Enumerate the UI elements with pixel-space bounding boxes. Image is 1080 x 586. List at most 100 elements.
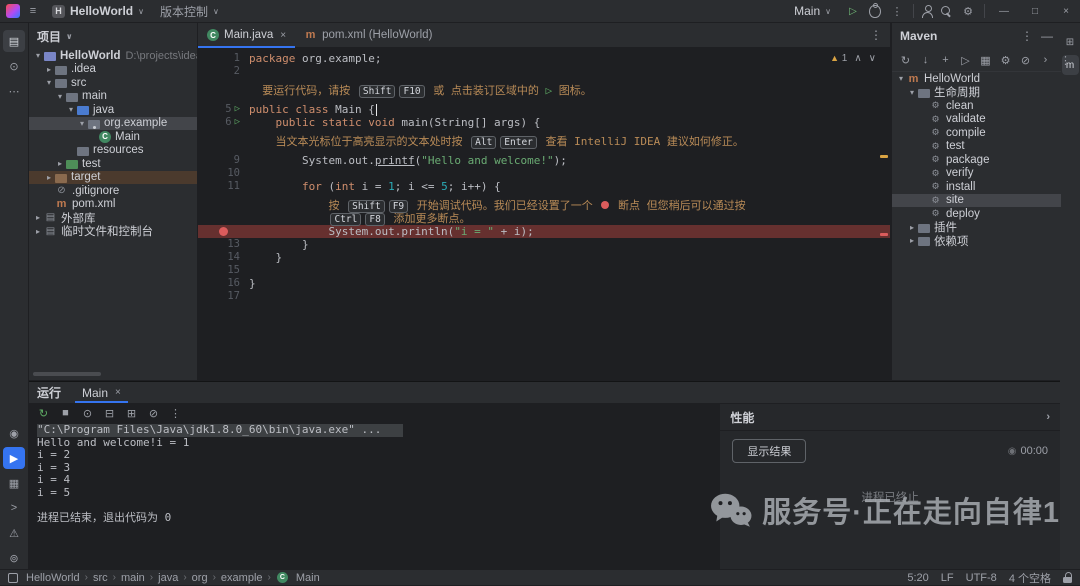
breakpoint-icon[interactable] <box>219 227 228 236</box>
settings-gear-icon[interactable]: ⚙ <box>959 2 977 20</box>
console-output[interactable]: "C:\Program Files\Java\jdk1.8.0_60\bin\j… <box>29 422 719 569</box>
project-tree-item[interactable]: ▾java <box>29 103 197 117</box>
tab-main-java[interactable]: C Main.java × <box>198 23 295 47</box>
gutter[interactable]: 10 <box>198 167 249 180</box>
more-icon[interactable]: ⋮ <box>1021 29 1033 43</box>
notifications-tool-button[interactable]: ⊞ <box>1062 32 1079 52</box>
chevron-icon[interactable]: ▸ <box>33 213 43 222</box>
profiler-header[interactable]: 性能 › <box>720 404 1060 431</box>
minimize-button[interactable]: — <box>992 0 1016 22</box>
pin-button[interactable]: ⊙ <box>81 407 94 420</box>
rerun-button[interactable]: ↻ <box>37 407 50 420</box>
maven-tree-item[interactable]: ⚙test <box>892 140 1061 154</box>
tool-window-icon[interactable] <box>8 573 18 583</box>
error-stripe-mark[interactable] <box>880 233 888 236</box>
chevron-icon[interactable]: ▸ <box>907 236 917 245</box>
horizontal-scrollbar[interactable] <box>33 372 101 376</box>
chevron-icon[interactable]: ▾ <box>77 119 87 128</box>
close-button[interactable]: × <box>1054 0 1078 22</box>
gutter[interactable]: 2 <box>198 65 249 78</box>
close-icon[interactable]: × <box>280 30 286 41</box>
run-line-icon[interactable]: ▷ <box>235 116 240 129</box>
chevron-icon[interactable]: ▾ <box>896 74 906 83</box>
lock-icon[interactable] <box>1063 572 1072 583</box>
run-tab-main[interactable]: Main × <box>75 382 128 403</box>
chevron-icon[interactable]: ▸ <box>44 65 54 74</box>
project-tree-item[interactable]: ▸test <box>29 157 197 171</box>
download-sources-button[interactable]: ↓ <box>919 54 932 66</box>
run-config-selector[interactable]: Main ∨ <box>788 2 837 20</box>
breadcrumb-item[interactable]: HelloWorld <box>26 572 80 584</box>
prev-problem-icon[interactable]: ∧ <box>854 53 861 64</box>
chevron-icon[interactable]: ▸ <box>44 173 54 182</box>
project-tree-item[interactable]: resources <box>29 144 197 158</box>
breadcrumb-item[interactable]: java <box>158 572 178 584</box>
close-icon[interactable]: × <box>115 387 121 398</box>
chevron-icon[interactable]: ▾ <box>33 51 43 60</box>
gutter[interactable]: 1 <box>198 52 249 65</box>
debug-tool-button[interactable]: ◉ <box>3 422 25 444</box>
chevron-icon[interactable]: ▸ <box>907 223 917 232</box>
maven-tree-item[interactable]: ⚙site <box>892 194 1061 208</box>
project-tree-item[interactable]: CMain <box>29 130 197 144</box>
file-encoding[interactable]: UTF-8 <box>966 572 997 584</box>
maven-tree-item[interactable]: ⚙deploy <box>892 207 1061 221</box>
settings-button[interactable]: ⚙ <box>999 54 1012 67</box>
maven-tree-item[interactable]: ⚙clean <box>892 99 1061 113</box>
main-menu-icon[interactable]: ≡ <box>24 2 42 20</box>
show-results-button[interactable]: 显示结果 <box>732 439 806 463</box>
tab-pom-xml[interactable]: m pom.xml (HelloWorld) <box>295 23 441 47</box>
search-icon[interactable] <box>940 5 952 17</box>
code-with-me-icon[interactable] <box>921 5 933 17</box>
gutter[interactable]: 5▷ <box>198 103 249 116</box>
project-tree-item[interactable]: ▸▤外部库 <box>29 211 197 225</box>
breadcrumb-item[interactable]: org <box>192 572 208 584</box>
run-line-icon[interactable]: ▷ <box>235 103 240 116</box>
run-button[interactable]: ▷ <box>844 2 862 20</box>
code-area[interactable]: 1package org.example;2 要运行代码，请按 ShiftF10… <box>198 48 890 303</box>
gutter[interactable]: 14 <box>198 251 249 264</box>
clear-button[interactable]: ⊘ <box>147 407 160 420</box>
maven-tree-item[interactable]: ▸插件 <box>892 221 1061 235</box>
chevron-icon[interactable]: ▾ <box>907 88 917 97</box>
maven-panel-header[interactable]: Maven ⋮ — <box>892 23 1061 49</box>
stop-button[interactable]: ■ <box>59 407 72 419</box>
inspection-widget[interactable]: ▲ 1 ∧ ∨ <box>830 53 876 64</box>
breadcrumb-item[interactable]: src <box>93 572 108 584</box>
gutter[interactable]: 6▷ <box>198 116 249 129</box>
maven-tree-item[interactable]: ⚙compile <box>892 126 1061 140</box>
notifications-tool-button[interactable]: ⊚ <box>3 547 25 569</box>
maximize-button[interactable]: □ <box>1023 0 1047 22</box>
project-tree-item[interactable]: ▸▤临时文件和控制台 <box>29 225 197 239</box>
next-problem-icon[interactable]: ∨ <box>869 53 876 64</box>
dependencies-button[interactable]: ▦ <box>979 54 992 67</box>
run-goal-button[interactable]: ▷ <box>959 54 972 67</box>
maven-tree-item[interactable]: ⚙package <box>892 153 1061 167</box>
soft-wrap-button[interactable]: ⊟ <box>103 407 116 420</box>
collapse-button[interactable]: › <box>1039 54 1052 66</box>
project-tree-item[interactable]: ▾HelloWorldD:\projects\idea-workspace-xa <box>29 49 197 63</box>
chevron-icon[interactable]: ▾ <box>55 92 65 101</box>
warning-stripe-mark[interactable] <box>880 155 888 158</box>
scroll-to-end-button[interactable]: ⊞ <box>125 407 138 420</box>
chevron-icon[interactable]: ▸ <box>33 227 43 236</box>
project-tool-button[interactable]: ▤ <box>3 30 25 52</box>
tab-options-icon[interactable]: ⋮ <box>862 28 890 42</box>
more-actions-icon[interactable]: ⋮ <box>888 2 906 20</box>
problems-tool-button[interactable]: ⚠ <box>3 522 25 544</box>
project-tree-item[interactable]: ▾src <box>29 76 197 90</box>
terminal-tool-button[interactable]: > <box>3 497 25 519</box>
project-tree-item[interactable]: mpom.xml <box>29 198 197 212</box>
maven-tree-item[interactable]: ⚙validate <box>892 113 1061 127</box>
maven-tree-item[interactable]: ▸依赖项 <box>892 234 1061 248</box>
gutter[interactable]: 16 <box>198 277 249 290</box>
chevron-icon[interactable]: ▸ <box>55 159 65 168</box>
indent-setting[interactable]: 4 个空格 <box>1009 570 1051 586</box>
more-button[interactable]: ⋮ <box>169 407 182 420</box>
maven-tree-item[interactable]: ▾mHelloWorld <box>892 72 1061 86</box>
run-tool-button[interactable]: ▶ <box>3 447 25 469</box>
project-tree-item[interactable]: ▸target <box>29 171 197 185</box>
maven-tree-item[interactable]: ▾生命周期 <box>892 86 1061 100</box>
add-button[interactable]: + <box>939 54 952 66</box>
gutter[interactable]: 15 <box>198 264 249 277</box>
